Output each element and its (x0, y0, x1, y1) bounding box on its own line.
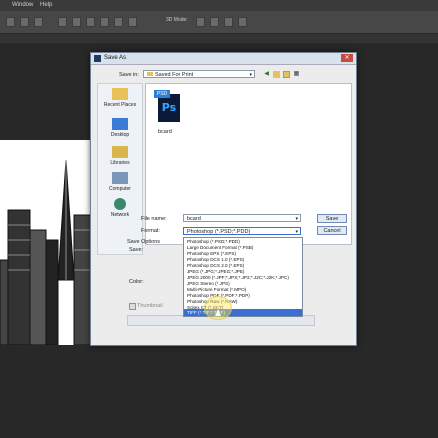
3d-button-1[interactable] (196, 17, 205, 27)
back-icon[interactable]: ◀ (263, 71, 270, 78)
thumbnail-checkbox[interactable] (129, 303, 136, 310)
tool-button-9[interactable] (128, 17, 137, 27)
place-computer[interactable]: Computer (98, 172, 142, 192)
photoshop-app-icon (94, 55, 101, 62)
chevron-down-icon: ▾ (295, 216, 298, 222)
folder-icon (147, 72, 153, 76)
tool-button-7[interactable] (100, 17, 109, 27)
dialog-title: Save As (104, 55, 127, 61)
cancel-button[interactable]: Cancel (317, 226, 347, 235)
chevron-down-icon: ▾ (249, 72, 252, 78)
recent-places-icon (112, 88, 128, 100)
new-folder-icon[interactable] (283, 71, 290, 78)
cursor-highlight (204, 296, 232, 320)
3d-button-2[interactable] (210, 17, 219, 27)
dialog-titlebar: Save As ✕ (91, 53, 356, 65)
format-dropdown[interactable]: Photoshop (*.PSD;*.PDD) ▾ (183, 227, 301, 235)
tool-button-3[interactable] (34, 17, 43, 27)
save-in-dropdown[interactable]: Saved For Print ▾ (143, 70, 255, 78)
psd-tag: PSD (154, 90, 170, 98)
network-icon (114, 198, 126, 210)
place-label: Recent Places (103, 102, 137, 108)
save-button[interactable]: Save (317, 214, 347, 223)
menu-window[interactable]: Window (12, 2, 33, 8)
3d-button-3[interactable] (224, 17, 233, 27)
place-libraries[interactable]: Libraries (98, 146, 142, 166)
file-name-input[interactable]: bcard ▾ (183, 214, 301, 222)
save-label: Save: (129, 247, 144, 253)
mouse-pointer-icon (215, 309, 221, 316)
tool-button-2[interactable] (20, 17, 29, 27)
tool-button-8[interactable] (114, 17, 123, 27)
file-name-label: File name: (141, 216, 167, 222)
save-as-dialog: Save As ✕ Save in: Saved For Print ▾ ◀ ▦… (90, 52, 357, 346)
tool-button-1[interactable] (6, 17, 15, 27)
menu-bar: Window Help (0, 0, 438, 11)
document-tab-strip (0, 34, 438, 43)
view-menu-icon[interactable]: ▦ (293, 71, 300, 78)
file-item-bcard[interactable]: Ps PSD (154, 90, 180, 122)
menu-help[interactable]: Help (40, 2, 52, 8)
close-button[interactable]: ✕ (341, 54, 353, 62)
tool-button-5[interactable] (72, 17, 81, 27)
save-in-label: Save in: (119, 72, 139, 78)
save-options-label: Save Options (127, 239, 161, 245)
place-desktop[interactable]: Desktop (98, 118, 142, 138)
computer-icon (112, 172, 128, 184)
chevron-down-icon: ▾ (295, 229, 298, 235)
desktop-icon (112, 118, 128, 130)
format-value: Photoshop (*.PSD;*.PDD) (187, 229, 251, 235)
place-label: Computer (109, 186, 131, 192)
place-label: Network (110, 212, 130, 218)
file-item-name: bcard (158, 129, 172, 135)
file-name-value: bcard (187, 216, 201, 222)
place-label: Libraries (110, 160, 130, 166)
save-in-value: Saved For Print (155, 72, 194, 78)
options-bar: 3D Mode: (0, 11, 438, 34)
place-label: Desktop (110, 132, 130, 138)
color-label: Color: (129, 279, 144, 285)
tool-button-4[interactable] (58, 17, 67, 27)
photoshop-file-icon: Ps (158, 94, 180, 122)
format-option-selected[interactable]: TIFF (*.TIF;*.TIFF) (184, 309, 302, 316)
3d-button-4[interactable] (238, 17, 247, 27)
3d-mode-label: 3D Mode: (166, 17, 188, 23)
place-network[interactable]: Network (98, 198, 142, 218)
format-label: Format: (141, 228, 160, 234)
format-options-list: Photoshop (*.PSD;*.PDD) Large Document F… (183, 237, 303, 317)
thumbnail-label: Thumbnail (137, 303, 163, 309)
tool-button-6[interactable] (86, 17, 95, 27)
libraries-icon (112, 146, 128, 158)
up-folder-icon[interactable] (273, 71, 280, 78)
place-recent-places[interactable]: Recent Places (98, 88, 142, 108)
places-bar: Recent Places Desktop Libraries Computer… (97, 83, 143, 255)
